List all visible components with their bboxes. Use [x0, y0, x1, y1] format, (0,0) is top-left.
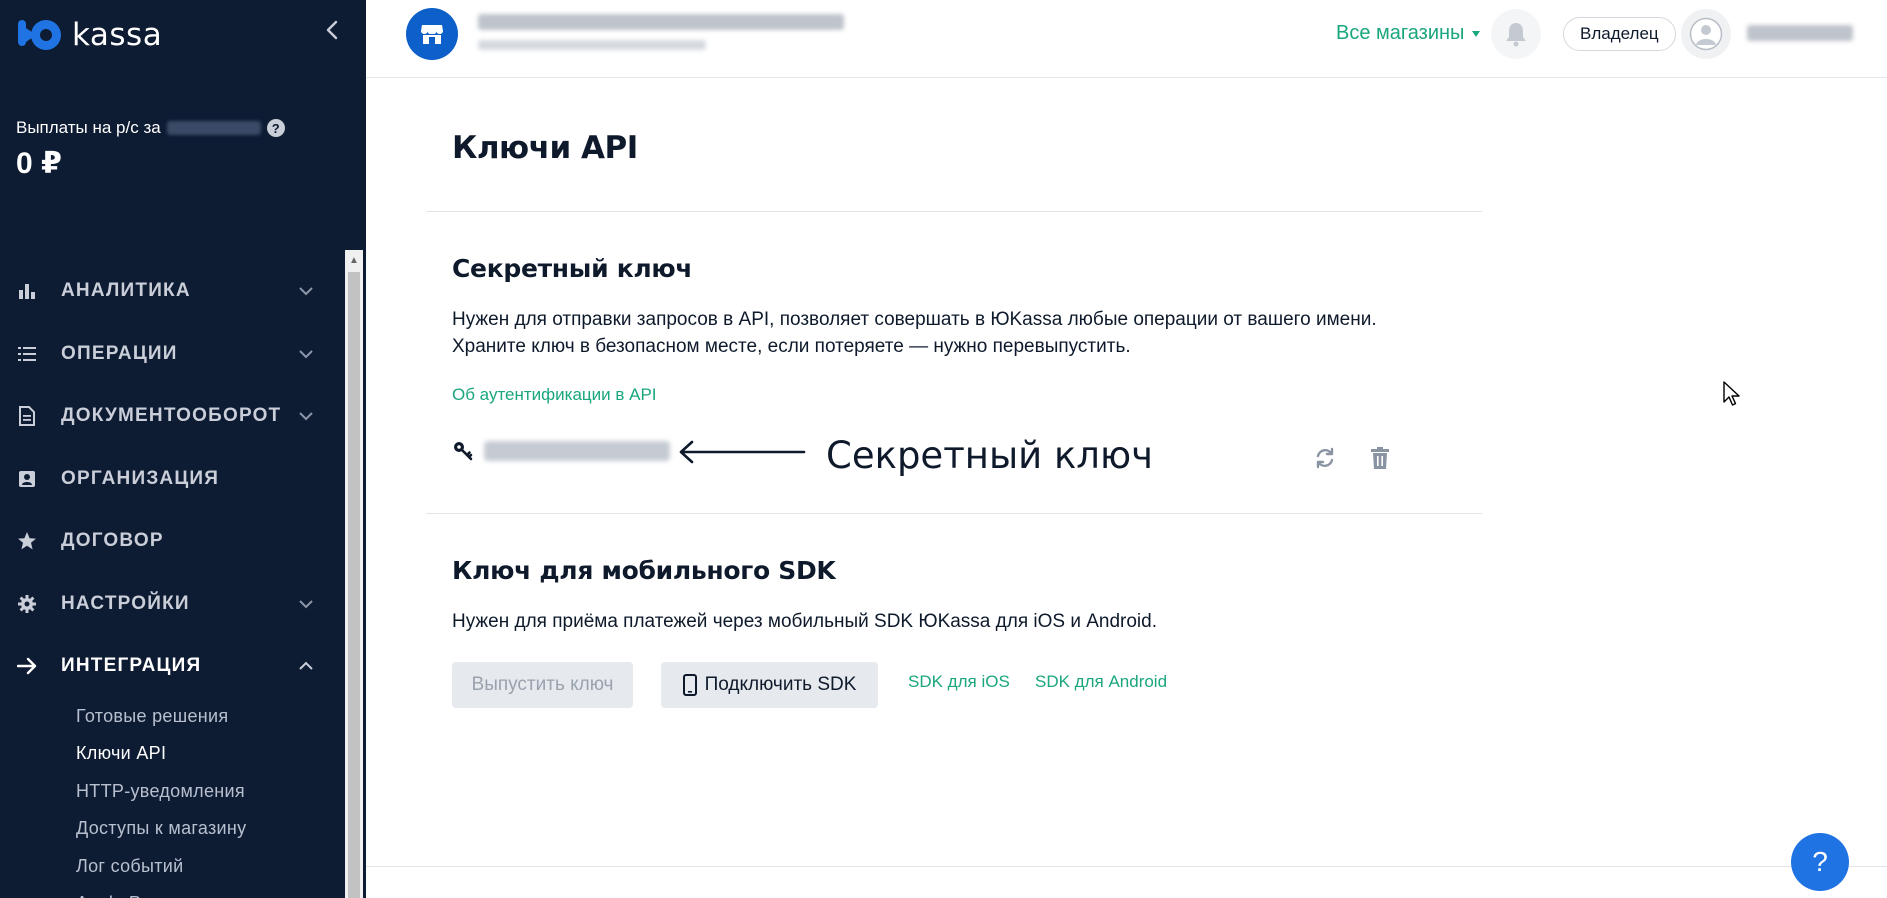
trash-icon [1371, 447, 1389, 469]
sidebar-item-label: НАСТРОЙКИ [61, 592, 190, 614]
payout-summary: Выплаты на р/с за ? 0 ₽ [16, 118, 285, 181]
scrollbar-thumb[interactable] [348, 272, 360, 898]
sdk-key-title: Ключ для мобильного SDK [452, 556, 836, 585]
document-icon [16, 405, 38, 427]
list-icon [16, 343, 38, 365]
key-icon [452, 440, 474, 462]
all-stores-dropdown[interactable]: Все магазины [1336, 22, 1481, 45]
bell-icon [1506, 23, 1526, 47]
secret-key-description: Нужен для отправки запросов в API, позво… [452, 306, 1432, 360]
sdk-android-link[interactable]: SDK для Android [1035, 672, 1167, 692]
regenerate-key-button[interactable] [1310, 443, 1340, 473]
integration-submenu: Готовые решения Ключи API HTTP-уведомлен… [0, 698, 340, 898]
collapse-sidebar-button[interactable] [318, 16, 346, 44]
auth-api-link[interactable]: Об аутентификации в API [452, 385, 657, 405]
all-stores-label: Все магазины [1336, 22, 1465, 44]
sidebar-item-documents[interactable]: ДОКУМЕНТООБОРОТ [0, 385, 340, 448]
refresh-icon [1316, 447, 1334, 469]
secret-key-value-redacted[interactable] [484, 441, 670, 461]
logo-text: kassa [72, 17, 163, 53]
sidebar-item-label: ДОГОВОР [61, 530, 164, 552]
user-name-redacted[interactable] [1747, 25, 1853, 41]
sidebar-item-operations[interactable]: ОПЕРАЦИИ [0, 323, 340, 386]
sidebar-item-contract[interactable]: ДОГОВОР [0, 510, 340, 573]
secret-key-row [452, 440, 670, 462]
main-content: Ключи API Секретный ключ Нужен для отпра… [366, 78, 1887, 898]
yookassa-logo-icon [18, 16, 64, 54]
help-button[interactable]: ? [1791, 833, 1849, 891]
sidebar-item-label: ОПЕРАЦИИ [61, 342, 178, 364]
shop-name-redacted [478, 14, 844, 50]
delete-key-button[interactable] [1365, 443, 1395, 473]
connect-sdk-label: Подключить SDK [704, 674, 857, 695]
divider [426, 211, 1482, 212]
sidebar-scrollbar[interactable]: ▲ [345, 250, 363, 898]
sidebar-item-label: АНАЛИТИКА [61, 280, 191, 302]
submenu-item-http-notifications[interactable]: HTTP-уведомления [76, 773, 340, 811]
submenu-item-apple-pay[interactable]: Apple Pay [76, 885, 340, 898]
sidebar-nav: АНАЛИТИКА ОПЕРАЦИИ ДОКУМЕНТООБОРОТ ОРГАН… [0, 260, 340, 898]
top-header: Все магазины Владелец [366, 0, 1887, 78]
submenu-item-ready-solutions[interactable]: Готовые решения [76, 698, 340, 736]
mouse-cursor-icon [1723, 381, 1740, 406]
secret-key-title: Секретный ключ [452, 254, 693, 283]
secret-key-annotation: Секретный ключ [826, 434, 1153, 477]
secret-key-description-line2: Храните ключ в безопасном месте, если по… [452, 336, 1131, 357]
caret-down-icon [1472, 30, 1481, 37]
page-title: Ключи API [452, 130, 638, 166]
submenu-item-shop-access[interactable]: Доступы к магазину [76, 810, 340, 848]
role-badge[interactable]: Владелец [1563, 17, 1676, 51]
sidebar-item-settings[interactable]: НАСТРОЙКИ [0, 573, 340, 636]
user-icon [1689, 17, 1723, 51]
connect-sdk-button[interactable]: Подключить SDK [661, 662, 878, 708]
payout-value: 0 ₽ [16, 147, 62, 180]
shop-avatar[interactable] [406, 8, 458, 60]
sidebar-item-label: ИНТЕГРАЦИЯ [61, 655, 202, 677]
annotation-arrow-icon [679, 440, 806, 464]
notifications-button[interactable] [1491, 9, 1541, 59]
payout-label: Выплаты на р/с за [16, 118, 161, 137]
footer-divider [366, 866, 1887, 867]
chevron-left-icon [326, 20, 338, 40]
gear-icon [16, 593, 38, 615]
chevron-down-icon [299, 350, 313, 359]
divider [426, 513, 1482, 514]
id-card-icon [16, 468, 38, 490]
question-icon[interactable]: ? [266, 119, 285, 137]
chevron-down-icon [299, 287, 313, 296]
sidebar-item-analytics[interactable]: АНАЛИТИКА [0, 260, 340, 323]
sidebar: kassa Выплаты на р/с за ? 0 ₽ АНАЛИТИКА … [0, 0, 366, 898]
sidebar-item-label: ДОКУМЕНТООБОРОТ [61, 405, 282, 427]
star-icon [16, 530, 38, 552]
redacted-date [166, 121, 261, 135]
user-avatar[interactable] [1681, 9, 1731, 59]
sidebar-item-organization[interactable]: ОРГАНИЗАЦИЯ [0, 448, 340, 511]
sidebar-item-integration[interactable]: ИНТЕГРАЦИЯ [0, 635, 340, 698]
sidebar-item-label: ОРГАНИЗАЦИЯ [61, 467, 220, 489]
chevron-up-icon [299, 661, 313, 670]
sdk-ios-link[interactable]: SDK для iOS [908, 672, 1010, 692]
scroll-up-icon[interactable]: ▲ [345, 250, 363, 270]
submenu-item-event-log[interactable]: Лог событий [76, 848, 340, 886]
chevron-down-icon [299, 412, 313, 421]
chevron-down-icon [299, 600, 313, 609]
submenu-item-api-keys[interactable]: Ключи API [76, 735, 340, 773]
shop-icon [421, 25, 443, 44]
logo[interactable]: kassa [18, 16, 162, 54]
secret-key-description-line1: Нужен для отправки запросов в API, позво… [452, 309, 1377, 330]
issue-key-button[interactable]: Выпустить ключ [452, 662, 633, 708]
arrow-right-icon [16, 655, 38, 677]
bar-chart-icon [16, 280, 38, 302]
smartphone-icon [682, 674, 697, 696]
sdk-key-description: Нужен для приёма платежей через мобильны… [452, 611, 1158, 632]
